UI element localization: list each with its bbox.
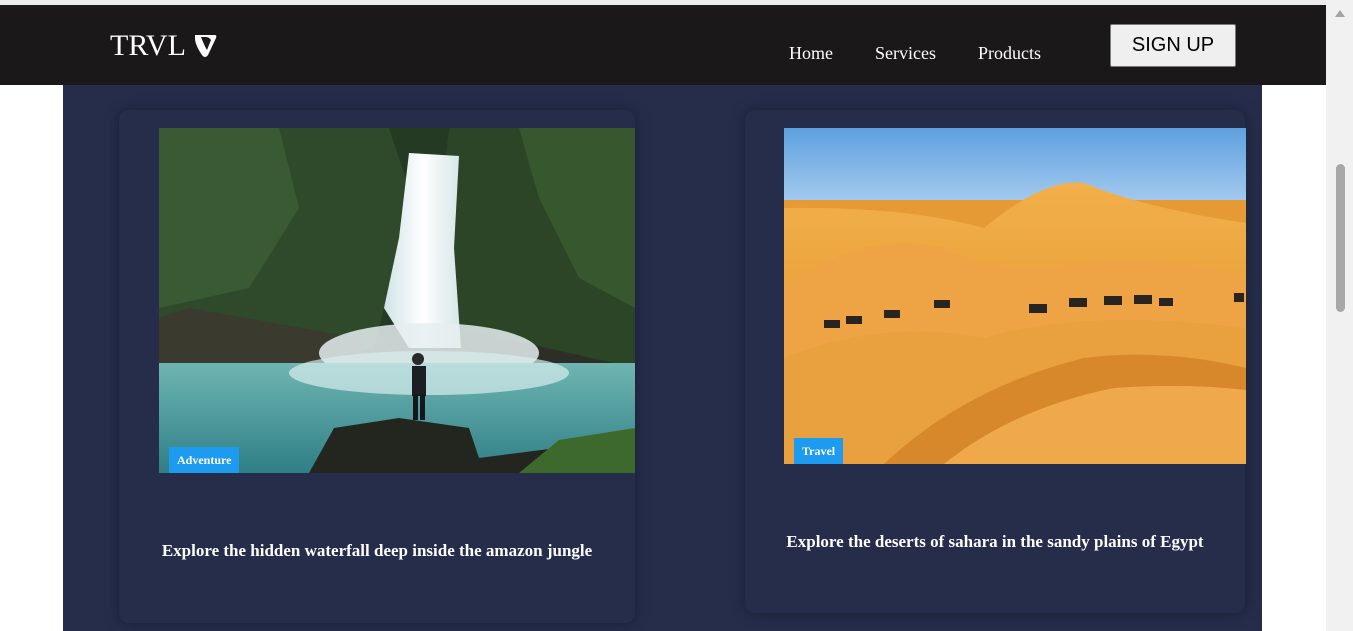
card-caption: Explore the hidden waterfall deep inside…	[161, 541, 593, 560]
scrollbar-thumb[interactable]	[1336, 164, 1345, 312]
main-panel: Adventure Explore the hidden waterfall d…	[63, 85, 1262, 631]
signup-button[interactable]: SIGN UP	[1110, 24, 1236, 67]
navbar: TRVL Home Services Products SIGN UP	[0, 5, 1326, 85]
waterfall-image	[159, 128, 635, 473]
brand-logo[interactable]: TRVL	[110, 31, 218, 61]
category-badge-travel[interactable]: Travel	[794, 438, 844, 464]
brand-name: TRVL	[110, 29, 186, 62]
card-waterfall[interactable]: Adventure Explore the hidden waterfall d…	[119, 110, 635, 623]
typo3-logo-icon	[194, 35, 217, 57]
nav-link-services[interactable]: Services	[875, 43, 936, 64]
scroll-up-arrow-icon[interactable]	[1335, 10, 1345, 17]
nav-link-products[interactable]: Products	[978, 43, 1041, 64]
card-desert[interactable]: Travel Explore the deserts of sahara in …	[745, 110, 1246, 613]
desert-image	[784, 128, 1246, 464]
nav-link-home[interactable]: Home	[789, 43, 833, 64]
nav-links: Home Services Products	[789, 43, 1083, 64]
scrollbar[interactable]	[1326, 0, 1353, 631]
desert-camels-photo[interactable]: Travel	[784, 128, 1246, 464]
card-caption: Explore the deserts of sahara in the san…	[786, 532, 1204, 551]
waterfall-photo[interactable]: Adventure	[159, 128, 635, 473]
category-badge-adventure[interactable]: Adventure	[169, 447, 240, 473]
